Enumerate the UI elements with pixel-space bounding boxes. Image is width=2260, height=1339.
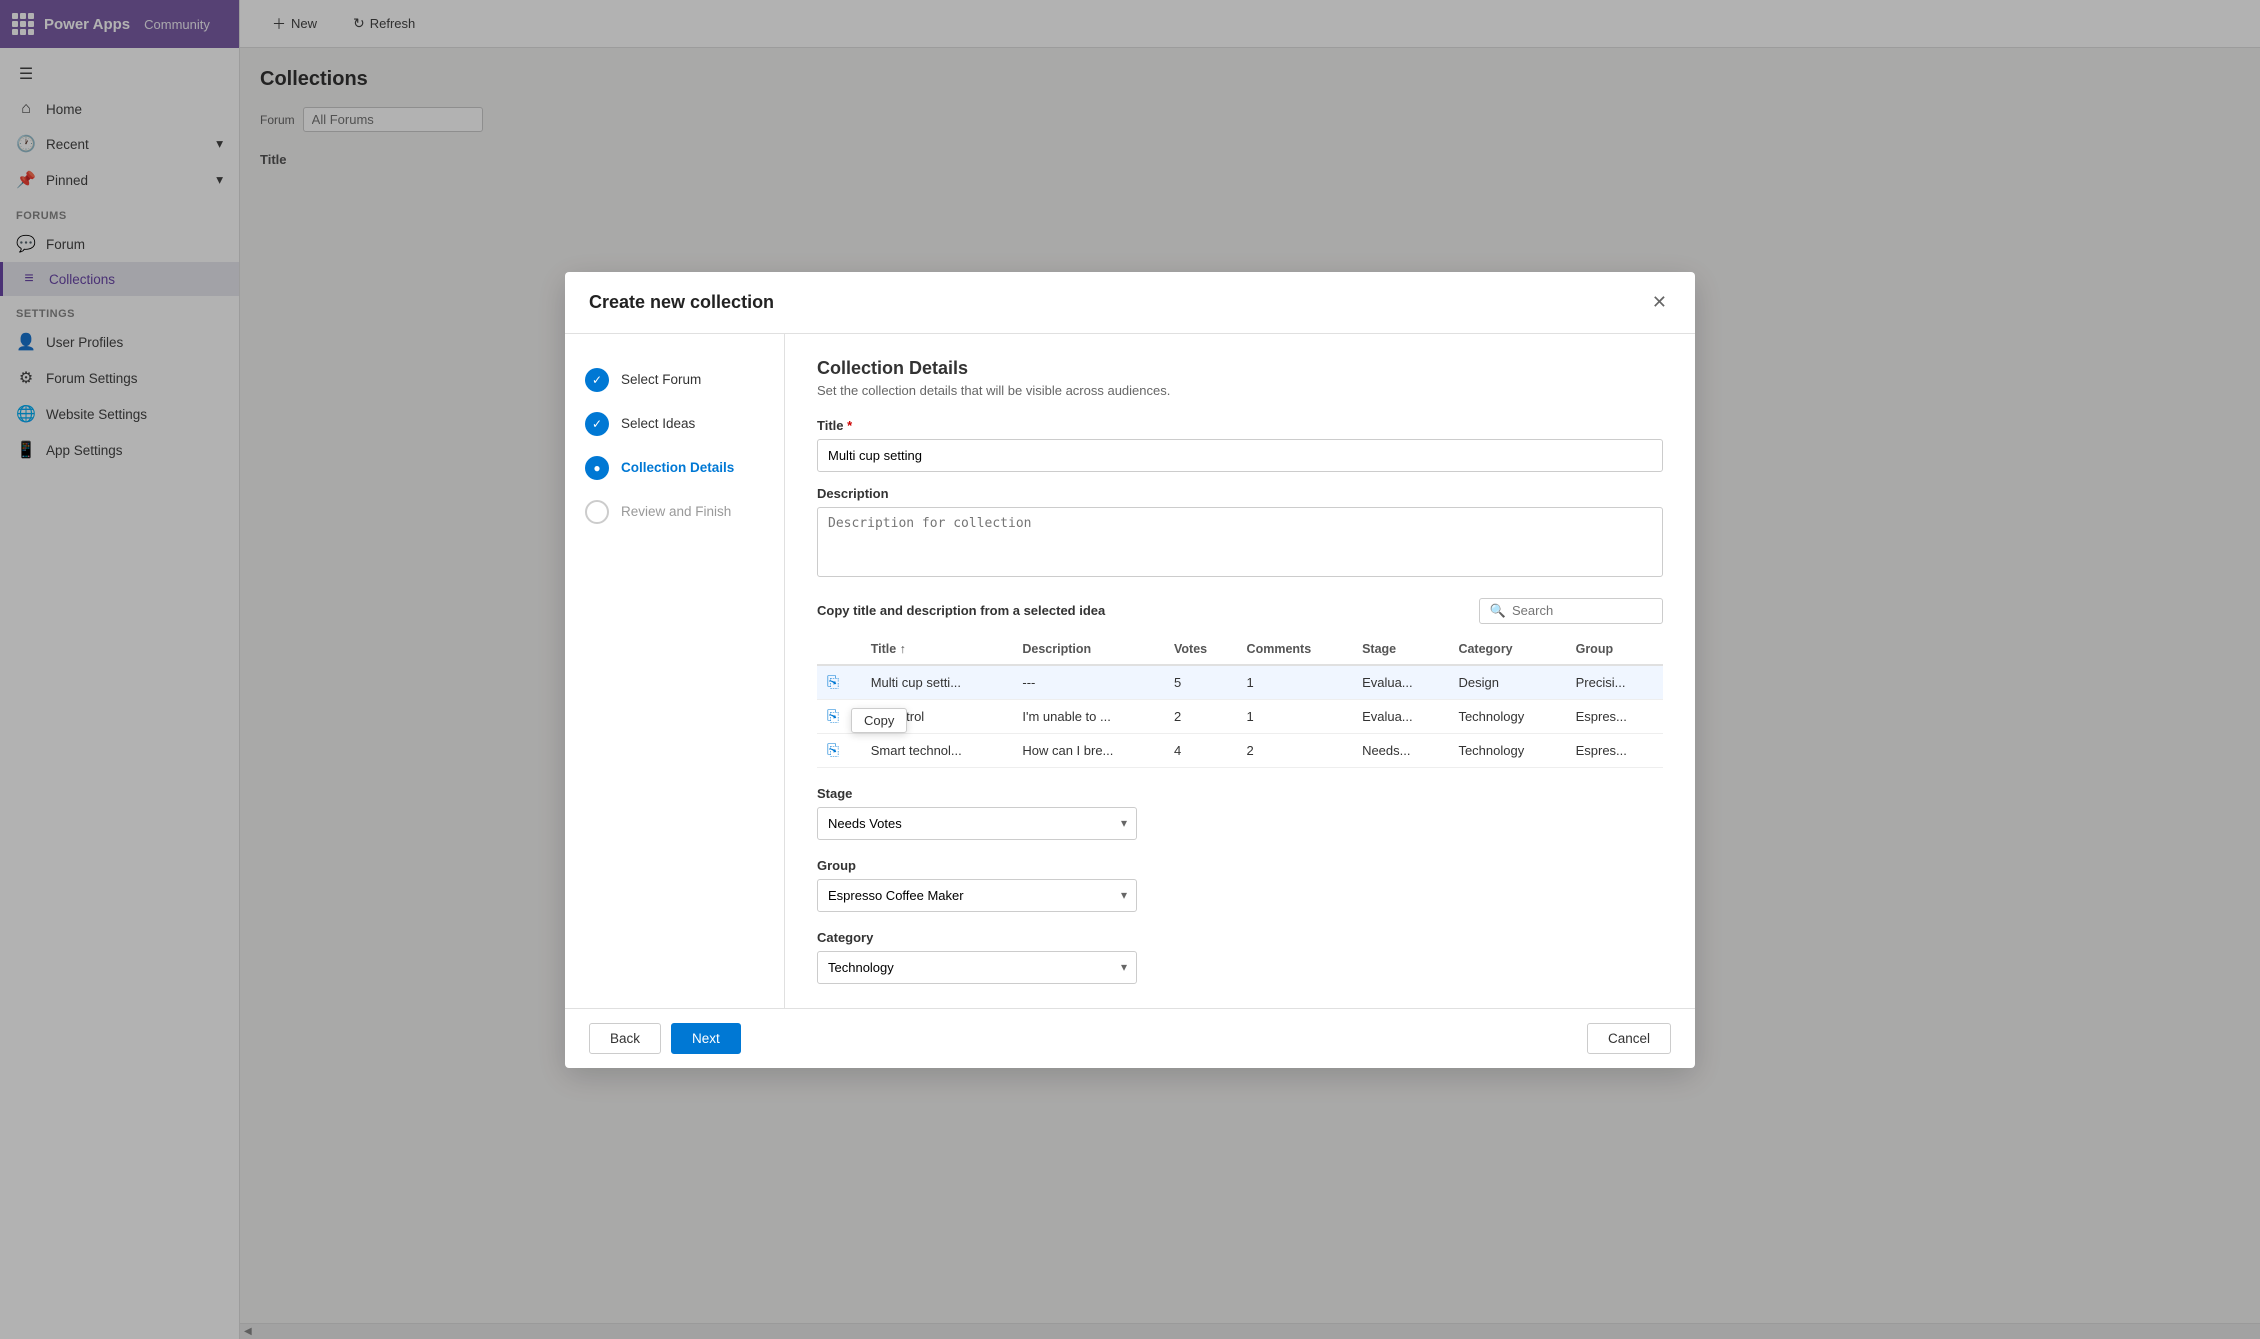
th-title: Title ↑ <box>861 634 1013 665</box>
ideas-table-head: Title ↑ Description Votes Comments Stage… <box>817 634 1663 665</box>
th-votes: Votes <box>1164 634 1237 665</box>
row-copy-cell: ⎘ <box>817 733 861 767</box>
row-group-cell: Espres... <box>1566 733 1663 767</box>
footer-right: Cancel <box>1587 1023 1671 1054</box>
section-subtitle: Set the collection details that will be … <box>817 383 1663 398</box>
category-label: Category <box>817 930 1663 945</box>
section-title: Collection Details <box>817 358 1663 379</box>
search-icon: 🔍 <box>1490 603 1506 619</box>
row-votes-cell: 5 <box>1164 665 1237 700</box>
step-circle-review-finish <box>585 500 609 524</box>
copy-icon[interactable]: ⎘ <box>827 742 839 759</box>
tooltip-popup: ⎘ Copy <box>827 708 839 725</box>
step-select-ideas: ✓ Select Ideas <box>585 402 764 446</box>
table-row: ⎘ Copy te control I'm unable to ... 2 1 … <box>817 699 1663 733</box>
modal-close-button[interactable]: ✕ <box>1648 288 1671 317</box>
row-title-cell: Smart technol... <box>861 733 1013 767</box>
description-field-group: Description <box>817 486 1663 580</box>
modal-steps: ✓ Select Forum ✓ Select Ideas ● Collecti… <box>565 334 785 1008</box>
row-copy-cell: ⎘ Copy <box>817 699 861 733</box>
th-copy <box>817 634 861 665</box>
step-collection-details: ● Collection Details <box>585 446 764 490</box>
ideas-table-body: ⎘ Multi cup setti... --- 5 1 Evalua... D… <box>817 665 1663 768</box>
th-category: Category <box>1448 634 1565 665</box>
row-description-cell: How can I bre... <box>1012 733 1164 767</box>
category-select[interactable]: Technology Design Feature Request Bug <box>817 951 1137 984</box>
row-category-cell: Technology <box>1448 733 1565 767</box>
back-button[interactable]: Back <box>589 1023 661 1054</box>
search-input[interactable] <box>1512 603 1652 618</box>
group-select[interactable]: Espresso Coffee Maker Precision Brewer A… <box>817 879 1137 912</box>
row-group-cell: Precisi... <box>1566 665 1663 700</box>
row-description-cell: I'm unable to ... <box>1012 699 1164 733</box>
description-field-label: Description <box>817 486 1663 501</box>
row-votes-cell: 4 <box>1164 733 1237 767</box>
modal-overlay: Create new collection ✕ ✓ Select Forum ✓… <box>0 0 2260 1339</box>
step-circle-collection-details: ● <box>585 456 609 480</box>
modal-content: Collection Details Set the collection de… <box>785 334 1695 1008</box>
ideas-table: Title ↑ Description Votes Comments Stage… <box>817 634 1663 768</box>
step-circle-select-ideas: ✓ <box>585 412 609 436</box>
category-field-group: Category Technology Design Feature Reque… <box>817 930 1663 984</box>
description-textarea[interactable] <box>817 507 1663 577</box>
step-circle-select-forum: ✓ <box>585 368 609 392</box>
step-label-select-ideas: Select Ideas <box>621 416 695 431</box>
th-description: Description <box>1012 634 1164 665</box>
copy-row-label: Copy title and description from a select… <box>817 603 1105 618</box>
group-field-group: Group Espresso Coffee Maker Precision Br… <box>817 858 1663 912</box>
row-stage-cell: Needs... <box>1352 733 1448 767</box>
stage-label: Stage <box>817 786 1663 801</box>
row-title-cell: Multi cup setti... <box>861 665 1013 700</box>
copy-icon[interactable]: ⎘ <box>827 708 839 725</box>
row-comments-cell: 1 <box>1237 699 1353 733</box>
step-review-finish: Review and Finish <box>585 490 764 534</box>
step-label-collection-details: Collection Details <box>621 460 734 475</box>
modal-body: ✓ Select Forum ✓ Select Ideas ● Collecti… <box>565 334 1695 1008</box>
group-select-wrapper: Espresso Coffee Maker Precision Brewer A… <box>817 879 1137 912</box>
group-label: Group <box>817 858 1663 873</box>
th-group: Group <box>1566 634 1663 665</box>
copy-row: Copy title and description from a select… <box>817 598 1663 624</box>
footer-left: Back Next <box>589 1023 741 1054</box>
copy-icon[interactable]: ⎘ <box>827 674 839 691</box>
row-stage-cell: Evalua... <box>1352 665 1448 700</box>
stage-select-wrapper: Needs Votes Under Review Evaluating Comp… <box>817 807 1137 840</box>
table-row: ⎘ Multi cup setti... --- 5 1 Evalua... D… <box>817 665 1663 700</box>
title-field-group: Title <box>817 418 1663 472</box>
table-row: ⎘ Smart technol... How can I bre... 4 2 … <box>817 733 1663 767</box>
step-label-review-finish: Review and Finish <box>621 504 731 519</box>
row-comments-cell: 1 <box>1237 665 1353 700</box>
row-category-cell: Technology <box>1448 699 1565 733</box>
table-header-row: Title ↑ Description Votes Comments Stage… <box>817 634 1663 665</box>
modal-title: Create new collection <box>589 292 774 313</box>
row-description-cell: --- <box>1012 665 1164 700</box>
row-group-cell: Espres... <box>1566 699 1663 733</box>
row-stage-cell: Evalua... <box>1352 699 1448 733</box>
step-select-forum: ✓ Select Forum <box>585 358 764 402</box>
title-input[interactable] <box>817 439 1663 472</box>
stage-field-group: Stage Needs Votes Under Review Evaluatin… <box>817 786 1663 840</box>
modal-footer: Back Next Cancel <box>565 1008 1695 1068</box>
modal-header: Create new collection ✕ <box>565 272 1695 334</box>
th-comments: Comments <box>1237 634 1353 665</box>
next-button[interactable]: Next <box>671 1023 741 1054</box>
search-box: 🔍 <box>1479 598 1663 624</box>
step-label-select-forum: Select Forum <box>621 372 701 387</box>
row-copy-cell: ⎘ <box>817 665 861 700</box>
row-comments-cell: 2 <box>1237 733 1353 767</box>
copy-tooltip: Copy <box>851 708 907 733</box>
title-field-label: Title <box>817 418 1663 433</box>
row-votes-cell: 2 <box>1164 699 1237 733</box>
modal: Create new collection ✕ ✓ Select Forum ✓… <box>565 272 1695 1068</box>
stage-select[interactable]: Needs Votes Under Review Evaluating Comp… <box>817 807 1137 840</box>
cancel-button[interactable]: Cancel <box>1587 1023 1671 1054</box>
row-category-cell: Design <box>1448 665 1565 700</box>
th-stage: Stage <box>1352 634 1448 665</box>
category-select-wrapper: Technology Design Feature Request Bug ▾ <box>817 951 1137 984</box>
